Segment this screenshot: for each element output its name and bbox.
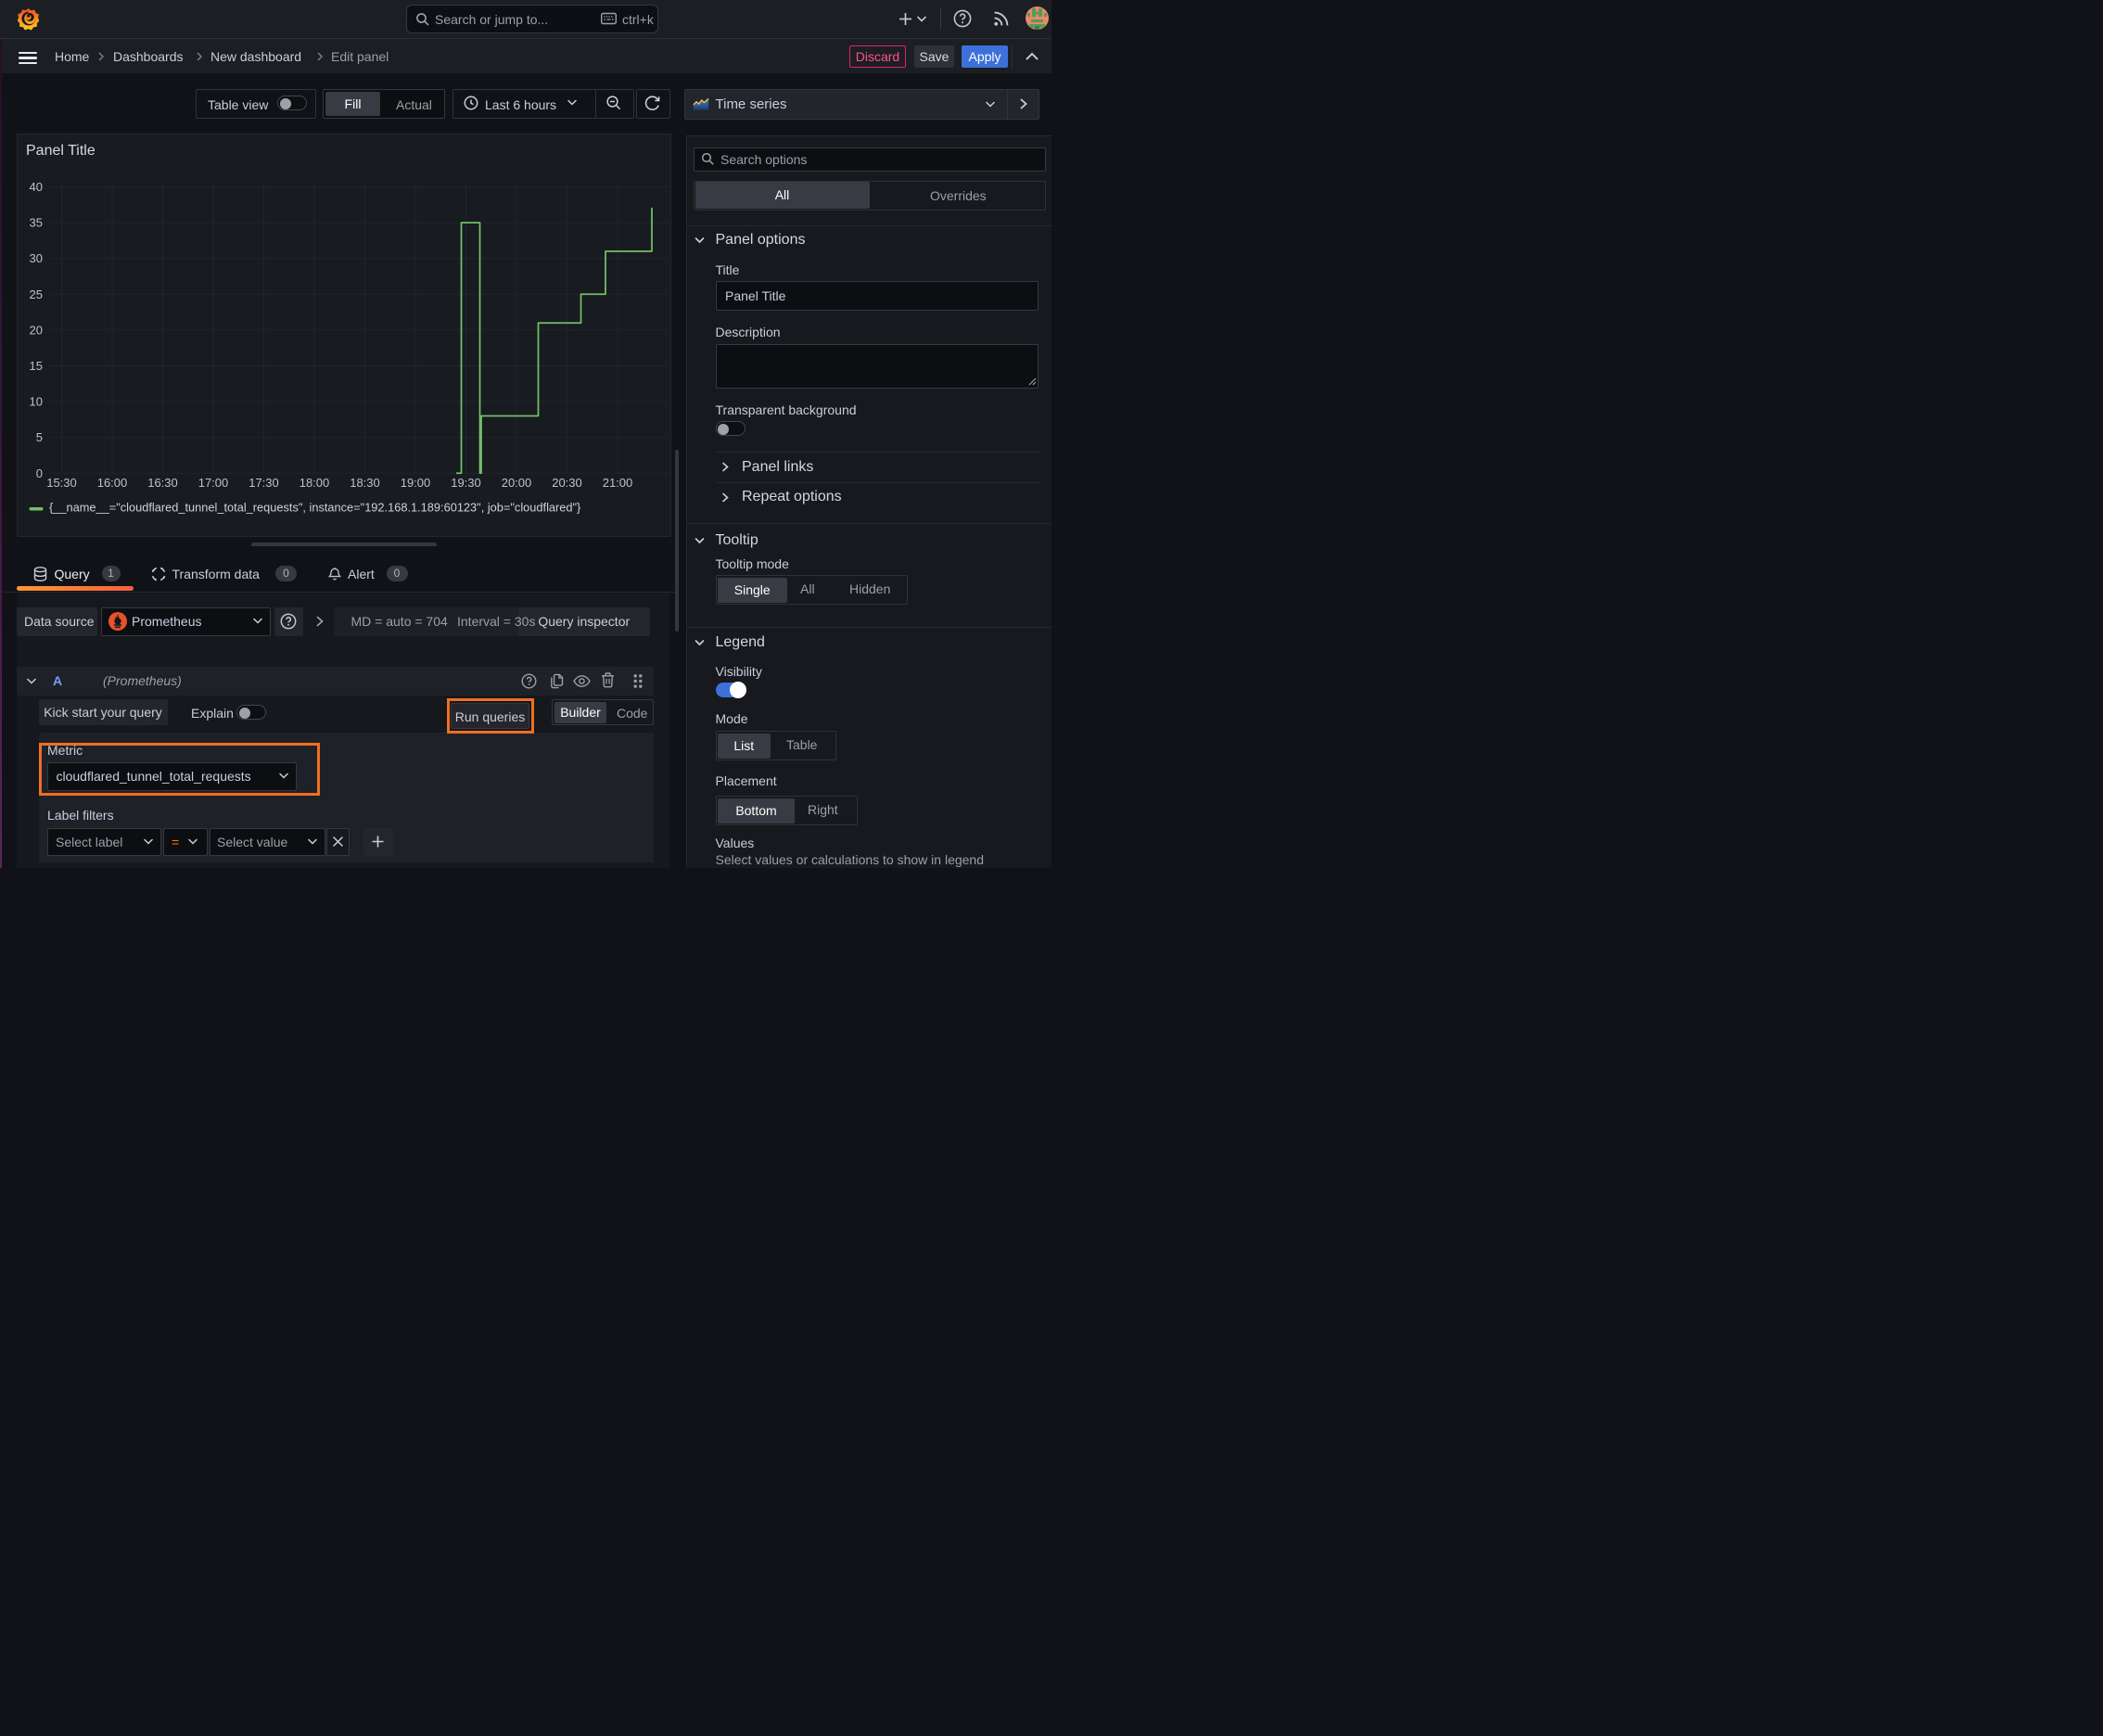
svg-text:17:00: 17:00 — [198, 476, 228, 490]
svg-text:18:30: 18:30 — [350, 476, 380, 490]
svg-text:35: 35 — [29, 215, 42, 229]
svg-text:20:30: 20:30 — [552, 476, 582, 490]
svg-text:19:30: 19:30 — [451, 476, 481, 490]
svg-text:20: 20 — [29, 323, 42, 337]
svg-text:25: 25 — [29, 287, 42, 300]
svg-text:20:00: 20:00 — [501, 476, 531, 490]
svg-text:17:30: 17:30 — [249, 476, 279, 490]
svg-text:10: 10 — [29, 394, 42, 408]
svg-text:40: 40 — [29, 180, 42, 194]
svg-text:15:30: 15:30 — [46, 476, 77, 490]
svg-text:5: 5 — [35, 430, 42, 444]
svg-text:21:00: 21:00 — [602, 476, 632, 490]
svg-text:{__name__="cloudflared_tunnel_: {__name__="cloudflared_tunnel_total_requ… — [49, 500, 581, 514]
svg-text:16:30: 16:30 — [147, 476, 178, 490]
svg-text:19:00: 19:00 — [400, 476, 430, 490]
svg-text:15: 15 — [29, 359, 42, 373]
svg-text:30: 30 — [29, 251, 42, 265]
svg-text:0: 0 — [35, 466, 42, 479]
svg-text:16:00: 16:00 — [96, 476, 127, 490]
svg-text:18:00: 18:00 — [299, 476, 329, 490]
